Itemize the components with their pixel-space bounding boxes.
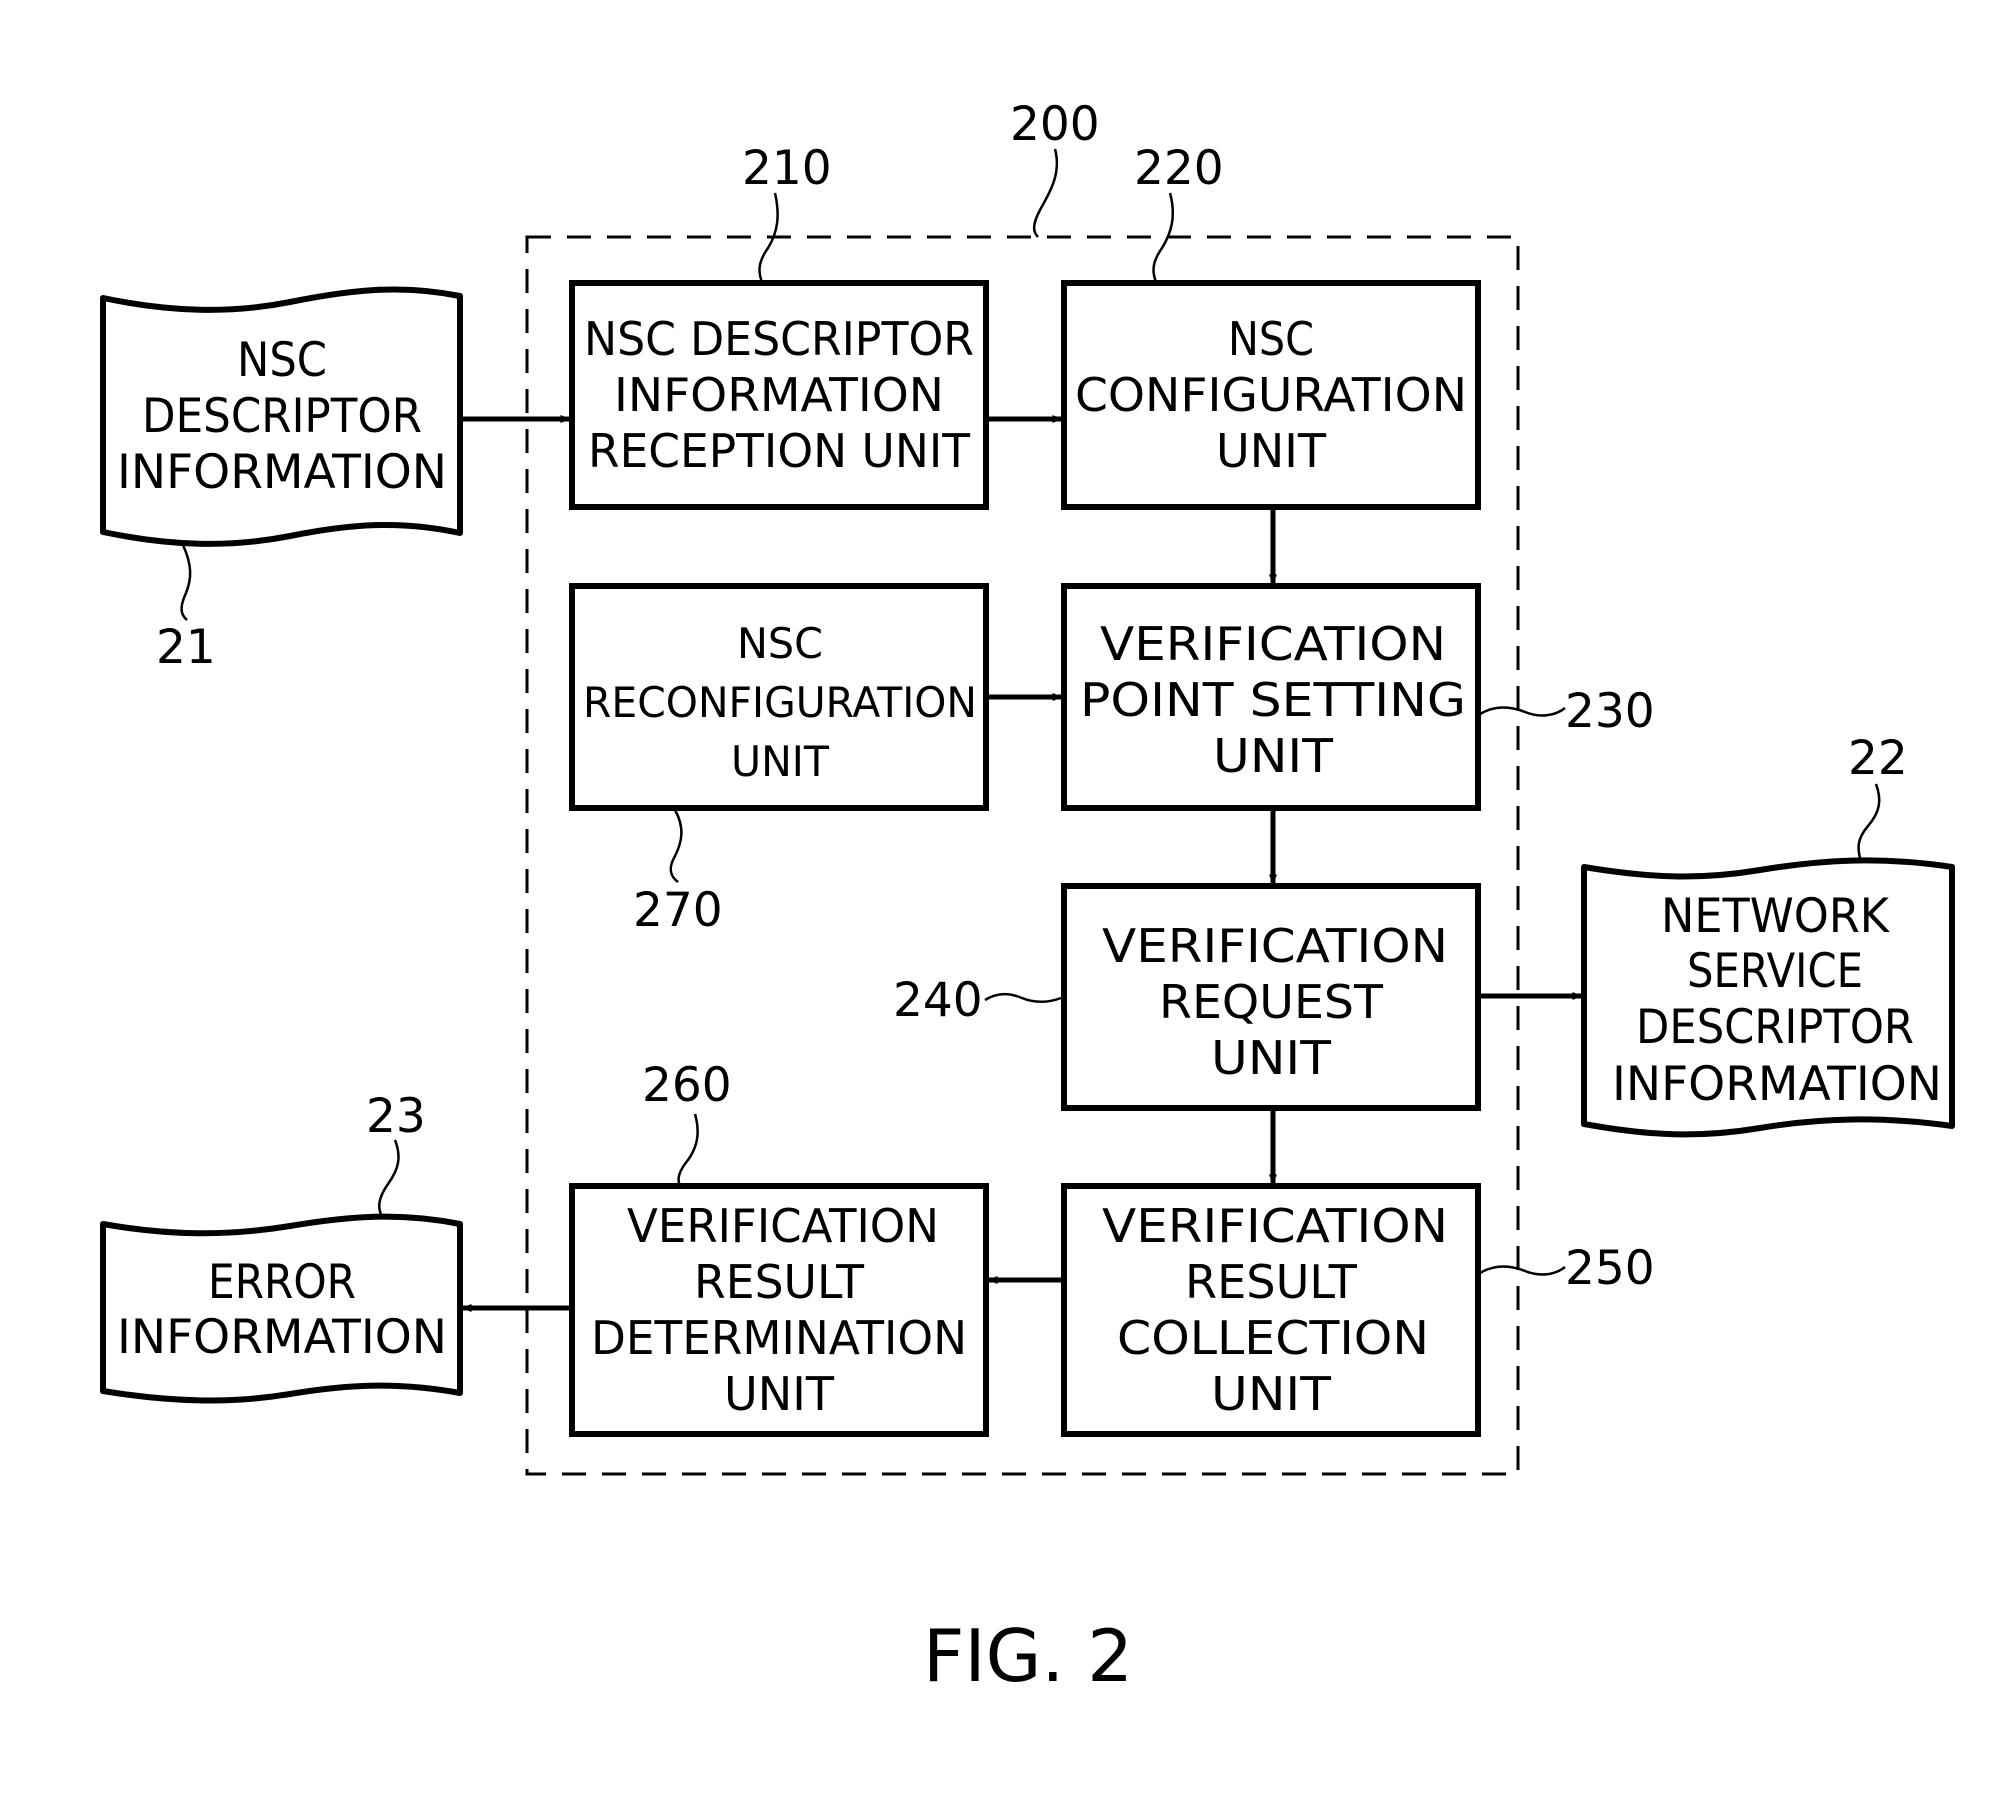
unit-250-line: RESULT [1185, 1255, 1358, 1309]
ref-label-21: 21 [156, 620, 216, 675]
unit-240-line: UNIT [1211, 1031, 1332, 1085]
figure-caption: FIG. 2 [923, 1614, 1133, 1698]
unit-210-nsc-descriptor-information-reception-unit: NSC DESCRIPTOR INFORMATION RECEPTION UNI… [569, 280, 989, 510]
unit-210-line: INFORMATION [614, 368, 944, 422]
document-23-line: INFORMATION [117, 1310, 447, 1365]
leader-22 [1857, 783, 1881, 859]
leader-23 [378, 1139, 400, 1215]
unit-220-line: CONFIGURATION [1075, 368, 1467, 422]
ref-label-270: 270 [633, 883, 723, 938]
unit-230-line: VERIFICATION [1100, 617, 1446, 671]
leader-200 [1032, 148, 1059, 238]
leader-21 [180, 544, 192, 621]
unit-270-nsc-reconfiguration-unit: NSC RECONFIGURATION UNIT [569, 583, 989, 811]
block-diagram: NSC DESCRIPTOR INFORMATION RECEPTION UNI… [100, 97, 1955, 1698]
unit-230-line: UNIT [1213, 729, 1334, 783]
document-22-network-service-descriptor-information: NETWORK SERVICE DESCRIPTOR INFORMATION [1581, 857, 1955, 1138]
document-21-line: DESCRIPTOR [142, 389, 422, 444]
leader-270 [669, 809, 683, 883]
ref-label-210: 210 [742, 141, 832, 196]
ref-label-250: 250 [1565, 1241, 1655, 1296]
unit-260-line: VERIFICATION [627, 1199, 939, 1253]
unit-250-line: UNIT [1211, 1367, 1332, 1421]
unit-260-line: DETERMINATION [591, 1311, 967, 1365]
unit-250-verification-result-collection-unit: VERIFICATION RESULT COLLECTION UNIT [1061, 1183, 1481, 1437]
unit-240-verification-request-unit: VERIFICATION REQUEST UNIT [1061, 883, 1481, 1111]
document-23-line: ERROR [208, 1255, 356, 1310]
leader-240 [984, 992, 1062, 1003]
leader-250 [1479, 1265, 1566, 1276]
unit-210-line: RECEPTION UNIT [588, 424, 971, 478]
unit-210-line: NSC DESCRIPTOR [584, 312, 974, 366]
unit-230-line: POINT SETTING [1080, 673, 1466, 727]
unit-220-line: NSC [1228, 312, 1314, 366]
unit-270-line: UNIT [731, 737, 829, 786]
unit-260-line: RESULT [694, 1255, 865, 1309]
unit-270-line: RECONFIGURATION [583, 678, 977, 727]
document-22-line: INFORMATION [1612, 1057, 1942, 1112]
document-21-line: NSC [237, 333, 327, 388]
unit-220-nsc-configuration-unit: NSC CONFIGURATION UNIT [1061, 280, 1481, 510]
unit-230-verification-point-setting-unit: VERIFICATION POINT SETTING UNIT [1061, 583, 1481, 811]
unit-260-verification-result-determination-unit: VERIFICATION RESULT DETERMINATION UNIT [569, 1183, 989, 1437]
ref-label-240: 240 [893, 973, 983, 1028]
unit-250-line: VERIFICATION [1102, 1199, 1448, 1253]
leader-230 [1479, 706, 1566, 717]
ref-label-200: 200 [1010, 97, 1100, 152]
ref-label-260: 260 [642, 1058, 732, 1113]
document-23-error-information: ERROR INFORMATION [100, 1213, 463, 1404]
ref-label-230: 230 [1565, 684, 1655, 739]
document-21-line: INFORMATION [117, 445, 447, 500]
document-21-nsc-descriptor-information: NSC DESCRIPTOR INFORMATION [100, 286, 463, 547]
document-22-line: DESCRIPTOR [1636, 1000, 1914, 1055]
unit-240-line: VERIFICATION [1102, 919, 1448, 973]
unit-260-line: UNIT [724, 1367, 835, 1421]
document-22-line: NETWORK [1661, 889, 1890, 944]
ref-label-23: 23 [366, 1089, 426, 1144]
ref-label-220: 220 [1134, 141, 1224, 196]
unit-250-line: COLLECTION [1117, 1311, 1429, 1365]
document-22-line: SERVICE [1687, 944, 1863, 999]
unit-270-line: NSC [737, 619, 823, 668]
unit-220-line: UNIT [1216, 424, 1327, 478]
ref-label-22: 22 [1848, 731, 1908, 786]
leader-260 [677, 1113, 699, 1187]
unit-240-line: REQUEST [1159, 975, 1384, 1029]
